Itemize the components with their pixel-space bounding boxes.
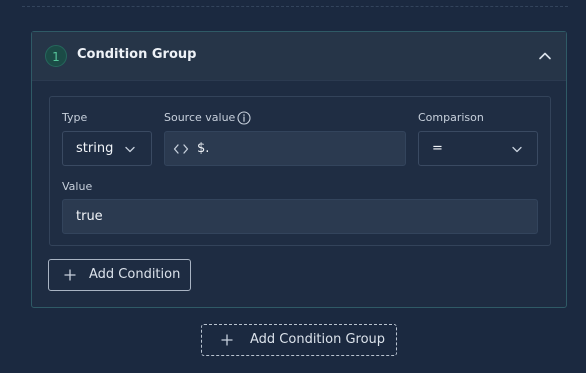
plus-icon bbox=[221, 334, 233, 346]
info-icon[interactable] bbox=[237, 111, 251, 125]
add-condition-button[interactable]: Add Condition bbox=[48, 259, 191, 291]
comparison-select-value: = bbox=[432, 141, 443, 156]
type-select[interactable]: string bbox=[62, 131, 152, 166]
condition-group: 1 Condition Group Type Source value Comp… bbox=[31, 31, 567, 308]
add-condition-group-label: Add Condition Group bbox=[250, 332, 386, 347]
source-value-label: Source value bbox=[164, 111, 236, 124]
type-label: Type bbox=[62, 111, 88, 124]
value-input[interactable]: true bbox=[62, 199, 538, 234]
source-value-text: $. bbox=[197, 141, 210, 156]
divider bbox=[22, 6, 568, 7]
comparison-select[interactable]: = bbox=[418, 131, 538, 166]
value-label: Value bbox=[62, 180, 93, 193]
comparison-label: Comparison bbox=[418, 111, 484, 124]
chevron-down-icon bbox=[125, 146, 135, 153]
chevron-up-icon[interactable] bbox=[537, 48, 553, 64]
condition-card: Type Source value Comparison string $. = bbox=[49, 96, 551, 246]
group-title: Condition Group bbox=[77, 47, 197, 62]
add-condition-group-button[interactable]: Add Condition Group bbox=[201, 324, 397, 356]
group-number-badge: 1 bbox=[45, 45, 67, 67]
source-value-input[interactable]: $. bbox=[164, 131, 406, 166]
code-brackets-icon bbox=[173, 144, 189, 154]
add-condition-label: Add Condition bbox=[89, 267, 181, 282]
value-input-text: true bbox=[76, 209, 103, 224]
plus-icon bbox=[64, 269, 76, 281]
type-select-value: string bbox=[76, 141, 114, 156]
condition-group-header[interactable]: 1 Condition Group bbox=[32, 32, 566, 81]
chevron-down-icon bbox=[512, 146, 522, 153]
